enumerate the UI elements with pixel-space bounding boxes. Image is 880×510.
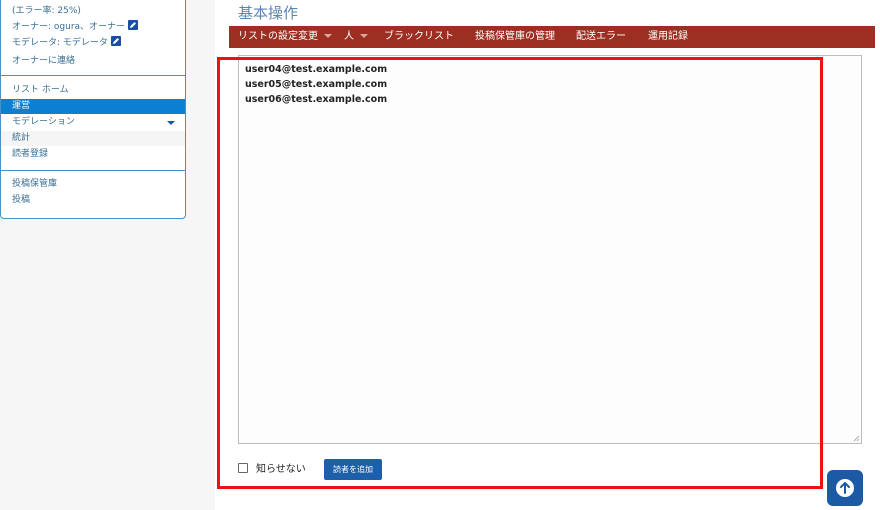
- sidebar-divider: [1, 75, 185, 76]
- admin-menubar: リストの設定変更 人 ブラックリスト 投稿保管庫の管理 配送エラー 運用記録: [229, 26, 875, 48]
- owner-row: オーナー: ogura、オーナー: [12, 20, 139, 35]
- edit-moderator-icon[interactable]: [110, 36, 121, 46]
- menu-list-settings[interactable]: リストの設定変更: [238, 26, 332, 48]
- sidebar-item-subscribers[interactable]: 読者登録: [1, 147, 185, 162]
- sidebar-item-operations[interactable]: 運営: [1, 99, 185, 114]
- scroll-to-top-button[interactable]: [827, 470, 863, 506]
- chevron-down-icon: [167, 121, 175, 125]
- page-title: 基本操作: [238, 4, 299, 22]
- sidebar: (エラー率: 25%) オーナー: ogura、オーナー モデレータ: モデレー…: [0, 0, 186, 219]
- menu-operation-log[interactable]: 運用記録: [648, 26, 688, 48]
- menu-archive-management[interactable]: 投稿保管庫の管理: [475, 26, 555, 48]
- list-home-link[interactable]: リスト ホーム: [12, 83, 69, 98]
- arrow-up-circle-icon: [836, 479, 854, 497]
- menu-delivery-errors[interactable]: 配送エラー: [576, 26, 626, 48]
- highlight-box: [217, 57, 823, 489]
- menu-label: 人: [344, 31, 354, 42]
- caret-down-icon: [324, 34, 332, 38]
- owner-text: オーナー: ogura、オーナー: [12, 22, 126, 32]
- resize-grip-icon[interactable]: [853, 435, 860, 442]
- menu-label: リストの設定変更: [238, 31, 318, 42]
- sidebar-item-moderation[interactable]: モデレーション: [1, 115, 185, 130]
- caret-down-icon: [360, 34, 368, 38]
- sidebar-item-posts[interactable]: 投稿: [1, 193, 185, 208]
- sidebar-item-archive[interactable]: 投稿保管庫: [1, 177, 185, 192]
- edit-owner-icon[interactable]: [128, 20, 139, 30]
- menu-blacklist[interactable]: ブラックリスト: [384, 26, 454, 48]
- contact-owner-link[interactable]: オーナーに連絡: [12, 54, 75, 69]
- moderator-text: モデレータ: モデレータ: [12, 38, 108, 48]
- sidebar-item-label: モデレーション: [12, 117, 75, 127]
- sidebar-divider: [1, 170, 185, 171]
- sidebar-item-statistics[interactable]: 統計: [1, 131, 185, 146]
- menu-people[interactable]: 人: [344, 26, 368, 48]
- error-rate: (エラー率: 25%): [12, 6, 81, 16]
- moderator-row: モデレータ: モデレータ: [12, 36, 121, 51]
